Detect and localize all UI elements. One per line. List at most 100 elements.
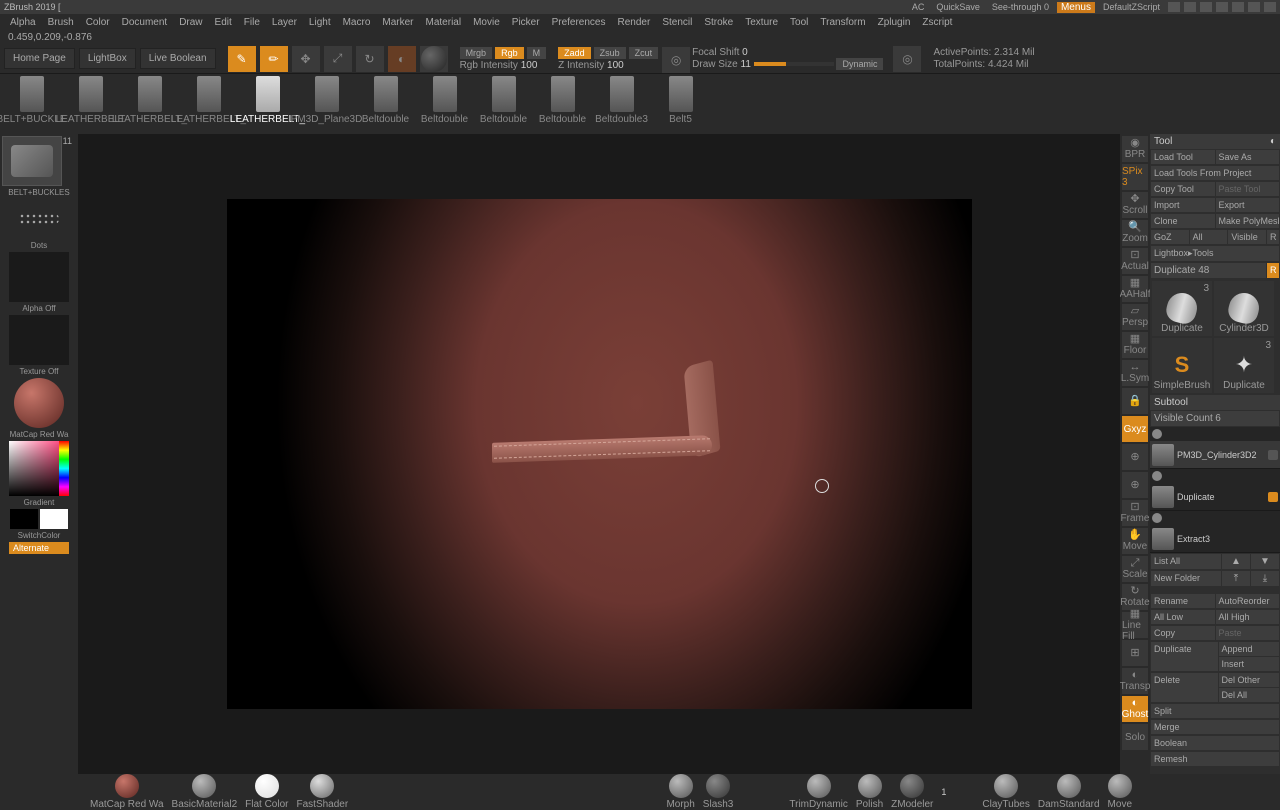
menu-preferences[interactable]: Preferences [546, 17, 612, 28]
mrgb-button[interactable]: Mrgb [460, 47, 493, 59]
alllow-button[interactable]: All Low [1151, 610, 1215, 624]
visibility-icon[interactable] [1152, 513, 1162, 523]
subtool-title[interactable]: Subtool [1154, 397, 1188, 408]
solo-button[interactable]: Solo [1122, 724, 1148, 750]
subtool-item[interactable]: Extract3 [1150, 525, 1280, 553]
menu-file[interactable]: File [238, 17, 266, 28]
zcut-button[interactable]: Zcut [629, 47, 659, 59]
scroll-button[interactable]: ✥Scroll [1122, 192, 1148, 218]
gxyz-button[interactable]: Gxyz [1122, 416, 1148, 442]
subtool-item[interactable]: PM3D_Cylinder3D2 [1150, 441, 1280, 469]
m-button[interactable]: M [527, 47, 547, 59]
brush-slot[interactable]: Morph [666, 774, 694, 810]
menu-zscript[interactable]: Zscript [916, 17, 958, 28]
focal-shift-value[interactable]: 0 [742, 47, 748, 58]
brush-slot[interactable]: Move [1108, 774, 1132, 810]
swatch-secondary[interactable] [40, 509, 68, 529]
menus-toggle[interactable]: Menus [1057, 2, 1095, 13]
eye-icon[interactable] [1268, 492, 1278, 502]
loadtool-button[interactable]: Load Tool [1151, 150, 1215, 164]
menu-macro[interactable]: Macro [337, 17, 377, 28]
rotate-button[interactable]: ↻Rotate [1122, 584, 1148, 610]
brush-slot[interactable]: TrimDynamic [789, 774, 848, 810]
frame-button[interactable]: ⊡Frame [1122, 500, 1148, 526]
menu-document[interactable]: Document [116, 17, 174, 28]
goz-button[interactable]: GoZ [1151, 230, 1189, 244]
autoreorder-button[interactable]: AutoReorder [1216, 594, 1280, 608]
brush-thumb[interactable]: Beltdouble [535, 76, 590, 130]
layout-icon[interactable] [1200, 2, 1212, 12]
move-button[interactable]: ✋Move [1122, 528, 1148, 554]
listall-button[interactable]: List All [1151, 554, 1221, 569]
remesh-button[interactable]: Remesh [1151, 752, 1279, 766]
split-button[interactable]: Split [1151, 704, 1279, 718]
layout-icon[interactable] [1216, 2, 1228, 12]
brush-slot[interactable]: Polish [856, 774, 883, 810]
menu-color[interactable]: Color [80, 17, 116, 28]
visibility-icon[interactable] [1152, 471, 1162, 481]
down-button[interactable]: ▼ [1251, 554, 1279, 569]
draw-mode-button[interactable]: ✏ [260, 46, 288, 72]
boolean-button[interactable]: Boolean [1151, 736, 1279, 750]
newfolder-button[interactable]: New Folder [1151, 571, 1221, 586]
menu-zplugin[interactable]: Zplugin [872, 17, 917, 28]
gizmo-button[interactable]: ◐ [388, 46, 416, 72]
menu-render[interactable]: Render [612, 17, 657, 28]
import-button[interactable]: Import [1151, 198, 1215, 212]
floor-button[interactable]: ▦Floor [1122, 332, 1148, 358]
brush-slot[interactable]: ZModeler [891, 774, 933, 810]
duplicate-slider[interactable]: Duplicate 48 [1151, 263, 1266, 278]
switchcolor-button[interactable]: SwitchColor [2, 531, 76, 540]
delall-button[interactable]: Del All [1219, 688, 1280, 702]
scale-mode-button[interactable]: ⤢ [324, 46, 352, 72]
menu-transform[interactable]: Transform [814, 17, 871, 28]
menu-movie[interactable]: Movie [467, 17, 506, 28]
clone-button[interactable]: Clone [1151, 214, 1215, 228]
brush-thumb[interactable]: LEATHERBELT [63, 76, 118, 130]
brush-thumb[interactable]: Beltdouble [476, 76, 531, 130]
brush-slot[interactable]: Slash3 [703, 774, 734, 810]
subtool-item[interactable]: Duplicate [1150, 483, 1280, 511]
menu-alpha[interactable]: Alpha [4, 17, 42, 28]
color-picker[interactable] [9, 441, 69, 496]
spix-button[interactable]: SPix 3 [1122, 164, 1148, 190]
viewport[interactable] [78, 134, 1120, 774]
brush-thumb[interactable]: LEATHERBELT_ [122, 76, 177, 130]
tool-cell[interactable]: 3✦Duplicate [1214, 338, 1274, 393]
scale-button[interactable]: ⤢Scale [1122, 556, 1148, 582]
rgb-intensity-value[interactable]: 100 [521, 60, 538, 71]
menu-marker[interactable]: Marker [376, 17, 419, 28]
menu-layer[interactable]: Layer [266, 17, 303, 28]
aahalf-button[interactable]: ▦AAHalf [1122, 276, 1148, 302]
eye-icon[interactable] [1268, 450, 1278, 460]
brush-ring-icon[interactable]: ◎ [893, 46, 921, 72]
dynamic-button[interactable]: Dynamic [836, 58, 883, 70]
axis-icon[interactable]: ⊕ [1122, 472, 1148, 498]
brush-thumb[interactable]: LEATHERBELT_ [240, 76, 295, 130]
loadproject-button[interactable]: Load Tools From Project [1151, 166, 1279, 180]
material-slot[interactable]: Flat Color [245, 774, 288, 810]
focal-ring-icon[interactable]: ◎ [662, 47, 690, 73]
allhigh-button[interactable]: All High [1216, 610, 1280, 624]
material-slot[interactable]: MatCap Red Wa [90, 774, 164, 810]
copytool-button[interactable]: Copy Tool [1151, 182, 1215, 196]
up-all-button[interactable]: ⤒ [1222, 571, 1250, 586]
visibility-icon[interactable] [1152, 429, 1162, 439]
transp-button[interactable]: ◐Transp [1122, 668, 1148, 694]
grid-icon[interactable]: ⊞ [1122, 640, 1148, 666]
canvas-3d[interactable] [227, 199, 972, 709]
export-button[interactable]: Export [1216, 198, 1280, 212]
menu-material[interactable]: Material [420, 17, 468, 28]
collapse-icon[interactable]: ◐ [1270, 136, 1276, 147]
rotate-mode-button[interactable]: ↻ [356, 46, 384, 72]
brush-thumb[interactable]: BELT+BUCKLE [4, 76, 59, 130]
paste-button[interactable]: Paste [1216, 626, 1280, 640]
minimize-icon[interactable] [1232, 2, 1244, 12]
gradient-label[interactable]: Gradient [2, 498, 76, 507]
rgb-button[interactable]: Rgb [495, 47, 524, 59]
rename-button[interactable]: Rename [1151, 594, 1215, 608]
texture-preview[interactable] [9, 315, 69, 365]
menu-draw[interactable]: Draw [173, 17, 208, 28]
persp-button[interactable]: ▱Persp [1122, 304, 1148, 330]
lsym-button[interactable]: ↔L.Sym [1122, 360, 1148, 386]
